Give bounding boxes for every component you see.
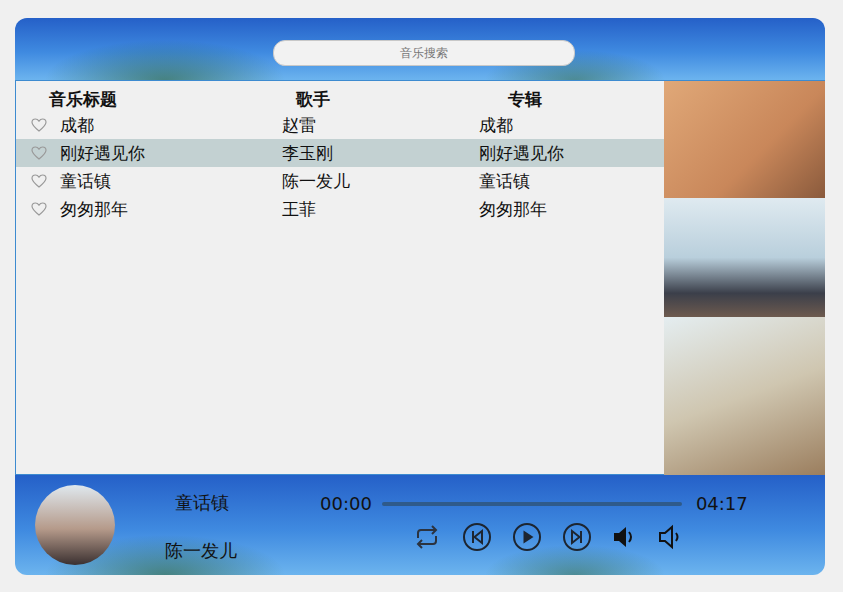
heart-icon[interactable] (16, 174, 60, 188)
song-title: 童话镇 (60, 170, 282, 193)
song-title: 成都 (60, 114, 282, 137)
search-field[interactable]: 音乐搜索 (273, 40, 575, 66)
top-bar: 音乐搜索 (15, 18, 825, 80)
album-covers (664, 81, 825, 474)
heart-icon[interactable] (16, 118, 60, 132)
album-cover[interactable] (664, 198, 825, 317)
now-playing-artist: 陈一发儿 (165, 539, 320, 563)
table-row[interactable]: 匆匆那年 王菲 匆匆那年 (16, 195, 664, 223)
music-player-window: 音乐搜索 音乐标题歌手专辑 成都 赵雷 成都 刚好遇见你 李玉刚 刚好遇见你 童… (15, 18, 825, 575)
player-controls: 00:00 04:17 (320, 485, 748, 552)
table-row[interactable]: 刚好遇见你 李玉刚 刚好遇见你 (16, 139, 664, 167)
song-singer: 王菲 (282, 198, 479, 221)
now-playing-info: 童话镇 陈一发儿 (165, 485, 320, 563)
song-singer: 陈一发儿 (282, 170, 479, 193)
song-album: 童话镇 (479, 170, 664, 193)
player-bar: 童话镇 陈一发儿 00:00 04:17 (15, 475, 825, 575)
song-album: 刚好遇见你 (479, 142, 664, 165)
now-playing-title: 童话镇 (165, 485, 320, 515)
current-time: 00:00 (320, 493, 372, 514)
duration: 04:17 (696, 493, 748, 514)
search-placeholder: 音乐搜索 (400, 45, 448, 62)
heart-icon[interactable] (16, 202, 60, 216)
now-playing-cover (35, 485, 115, 565)
column-header[interactable]: 歌手 (296, 88, 508, 111)
control-buttons (320, 522, 748, 552)
table-row[interactable]: 童话镇 陈一发儿 童话镇 (16, 167, 664, 195)
album-cover[interactable] (664, 317, 825, 475)
song-album: 成都 (479, 114, 664, 137)
table-header: 音乐标题歌手专辑 (16, 87, 664, 111)
song-title: 刚好遇见你 (60, 142, 282, 165)
song-singer: 李玉刚 (282, 142, 479, 165)
song-title: 匆匆那年 (60, 198, 282, 221)
song-table: 音乐标题歌手专辑 成都 赵雷 成都 刚好遇见你 李玉刚 刚好遇见你 童话镇 陈一… (16, 81, 664, 474)
song-album: 匆匆那年 (479, 198, 664, 221)
song-singer: 赵雷 (282, 114, 479, 137)
main-area: 音乐标题歌手专辑 成都 赵雷 成都 刚好遇见你 李玉刚 刚好遇见你 童话镇 陈一… (15, 80, 825, 475)
play-icon[interactable] (512, 522, 542, 552)
progress-bar[interactable] (382, 502, 682, 506)
heart-icon[interactable] (16, 146, 60, 160)
album-cover[interactable] (664, 81, 825, 198)
page: 音乐搜索 音乐标题歌手专辑 成都 赵雷 成都 刚好遇见你 李玉刚 刚好遇见你 童… (0, 0, 843, 592)
table-row[interactable]: 成都 赵雷 成都 (16, 111, 664, 139)
previous-icon[interactable] (462, 522, 492, 552)
repeat-icon[interactable] (412, 524, 442, 550)
progress-row: 00:00 04:17 (320, 493, 748, 514)
volume-up-icon[interactable] (612, 523, 638, 551)
volume-down-icon[interactable] (658, 523, 684, 551)
column-header[interactable]: 专辑 (508, 88, 664, 111)
column-header[interactable]: 音乐标题 (49, 88, 296, 111)
next-icon[interactable] (562, 522, 592, 552)
